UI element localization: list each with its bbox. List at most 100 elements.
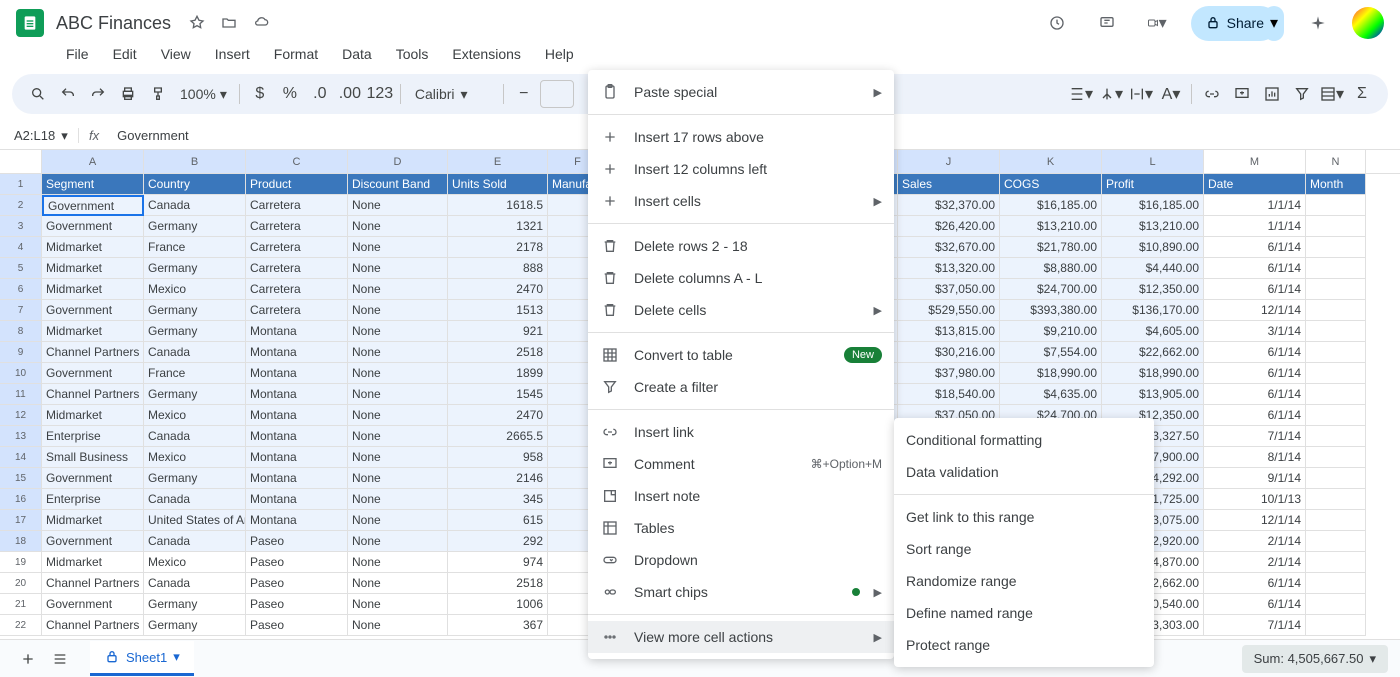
row-header[interactable]: 16 xyxy=(0,489,42,510)
column-header[interactable]: K xyxy=(1000,150,1102,173)
cell[interactable]: Paseo xyxy=(246,552,348,573)
cell[interactable]: $26,420.00 xyxy=(898,216,1000,237)
cell[interactable]: 7/1/14 xyxy=(1204,615,1306,636)
cell[interactable]: Germany xyxy=(144,615,246,636)
cell[interactable] xyxy=(1306,342,1366,363)
redo-icon[interactable] xyxy=(84,80,112,108)
font-size-input[interactable] xyxy=(540,80,574,108)
cell[interactable]: Government xyxy=(42,300,144,321)
cell[interactable]: $136,170.00 xyxy=(1102,300,1204,321)
row-header[interactable]: 10 xyxy=(0,363,42,384)
wrap-icon[interactable]: ▾ xyxy=(1127,80,1155,108)
cell[interactable] xyxy=(1306,384,1366,405)
cell[interactable]: 1899 xyxy=(448,363,548,384)
cell[interactable]: $32,670.00 xyxy=(898,237,1000,258)
cell[interactable]: Canada xyxy=(144,489,246,510)
cell[interactable] xyxy=(1306,300,1366,321)
cell[interactable]: Midmarket xyxy=(42,405,144,426)
cell[interactable]: Carretera xyxy=(246,237,348,258)
cell[interactable] xyxy=(1306,594,1366,615)
more-formats-icon[interactable]: 123 xyxy=(366,80,394,108)
ctx-delete-columns-a-l[interactable]: Delete columns A - L xyxy=(588,262,894,294)
cell[interactable]: None xyxy=(348,195,448,216)
share-dropdown[interactable]: ▾ xyxy=(1264,6,1284,41)
cell[interactable]: Mexico xyxy=(144,447,246,468)
rotate-icon[interactable]: A▾ xyxy=(1157,80,1185,108)
cell[interactable] xyxy=(1306,195,1366,216)
functions-icon[interactable]: Σ xyxy=(1348,80,1376,108)
cell[interactable]: $10,890.00 xyxy=(1102,237,1204,258)
cell[interactable]: Midmarket xyxy=(42,279,144,300)
cell[interactable]: Midmarket xyxy=(42,510,144,531)
cell[interactable]: 1545 xyxy=(448,384,548,405)
column-header[interactable]: J xyxy=(898,150,1000,173)
cell[interactable]: 1/1/14 xyxy=(1204,216,1306,237)
cell[interactable]: 6/1/14 xyxy=(1204,594,1306,615)
cell[interactable]: Enterprise xyxy=(42,489,144,510)
cell[interactable]: Germany xyxy=(144,384,246,405)
ctx-insert-link[interactable]: Insert link xyxy=(588,416,894,448)
header-cell[interactable]: COGS xyxy=(1000,174,1102,195)
cell[interactable]: Government xyxy=(42,195,144,216)
menu-insert[interactable]: Insert xyxy=(205,42,260,66)
ctx-sub-protect-range[interactable]: Protect range xyxy=(894,629,1154,661)
cell[interactable]: Government xyxy=(42,531,144,552)
row-header[interactable]: 5 xyxy=(0,258,42,279)
cell[interactable]: Montana xyxy=(246,321,348,342)
add-sheet-icon[interactable] xyxy=(12,643,44,675)
row-header[interactable]: 12 xyxy=(0,405,42,426)
cell[interactable] xyxy=(1306,426,1366,447)
cell[interactable]: $24,700.00 xyxy=(1000,279,1102,300)
cell[interactable]: Government xyxy=(42,468,144,489)
cell[interactable]: $21,780.00 xyxy=(1000,237,1102,258)
cell[interactable]: $16,185.00 xyxy=(1102,195,1204,216)
cell[interactable]: Germany xyxy=(144,258,246,279)
cell[interactable]: None xyxy=(348,321,448,342)
cell[interactable]: Mexico xyxy=(144,405,246,426)
cell[interactable]: Montana xyxy=(246,447,348,468)
ctx-sub-conditional-formatting[interactable]: Conditional formatting xyxy=(894,424,1154,456)
undo-icon[interactable] xyxy=(54,80,82,108)
cell[interactable]: $37,050.00 xyxy=(898,279,1000,300)
cell[interactable]: None xyxy=(348,342,448,363)
link-icon[interactable] xyxy=(1198,80,1226,108)
cell[interactable] xyxy=(1306,321,1366,342)
cell[interactable]: 2178 xyxy=(448,237,548,258)
decrease-decimal-icon[interactable]: .0 xyxy=(306,80,334,108)
cell[interactable]: 10/1/13 xyxy=(1204,489,1306,510)
cell[interactable]: Canada xyxy=(144,195,246,216)
column-header[interactable]: L xyxy=(1102,150,1204,173)
cell[interactable]: $22,662.00 xyxy=(1102,342,1204,363)
cell[interactable]: 12/1/14 xyxy=(1204,510,1306,531)
cell[interactable]: 1006 xyxy=(448,594,548,615)
ctx-create-a-filter[interactable]: Create a filter xyxy=(588,371,894,403)
search-menus-icon[interactable] xyxy=(24,80,52,108)
row-header[interactable]: 7 xyxy=(0,300,42,321)
cell[interactable]: Government xyxy=(42,216,144,237)
zoom-select[interactable]: 100% ▾ xyxy=(174,86,233,103)
cell[interactable]: 6/1/14 xyxy=(1204,258,1306,279)
cell[interactable]: Small Business xyxy=(42,447,144,468)
ctx-sub-get-link-to-this-range[interactable]: Get link to this range xyxy=(894,501,1154,533)
cell[interactable]: France xyxy=(144,363,246,384)
cell[interactable]: Government xyxy=(42,363,144,384)
cell[interactable]: Montana xyxy=(246,468,348,489)
cell[interactable]: 345 xyxy=(448,489,548,510)
cell[interactable]: None xyxy=(348,573,448,594)
header-cell[interactable]: Product xyxy=(246,174,348,195)
cell[interactable]: 9/1/14 xyxy=(1204,468,1306,489)
sum-box[interactable]: Sum: 4,505,667.50 ▾ xyxy=(1242,645,1388,673)
menu-extensions[interactable]: Extensions xyxy=(442,42,530,66)
cell[interactable]: 2/1/14 xyxy=(1204,531,1306,552)
cell[interactable]: Carretera xyxy=(246,195,348,216)
add-comment-icon[interactable] xyxy=(1228,80,1256,108)
cell[interactable]: 921 xyxy=(448,321,548,342)
cell[interactable]: 2518 xyxy=(448,573,548,594)
vertical-align-icon[interactable]: ▾ xyxy=(1067,80,1095,108)
menu-view[interactable]: View xyxy=(151,42,201,66)
cell[interactable]: Canada xyxy=(144,573,246,594)
cell[interactable]: $529,550.00 xyxy=(898,300,1000,321)
cell[interactable]: Germany xyxy=(144,594,246,615)
row-header[interactable]: 19 xyxy=(0,552,42,573)
cell[interactable]: None xyxy=(348,363,448,384)
